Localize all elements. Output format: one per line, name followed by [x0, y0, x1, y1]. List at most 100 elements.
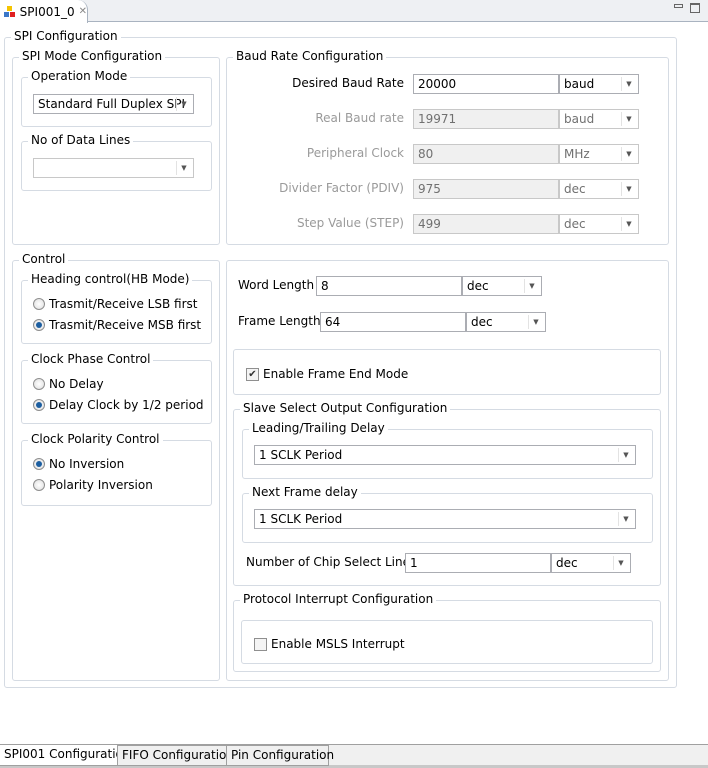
- radio-unselected-icon: [33, 298, 45, 310]
- baud-row-unit-select: baud ▼: [559, 109, 639, 129]
- frame-length-unit-select[interactable]: dec ▼: [466, 312, 546, 332]
- chip-select-input[interactable]: 1: [405, 553, 551, 573]
- radio-label: Delay Clock by 1/2 period: [49, 398, 204, 412]
- checkbox-label: Enable Frame End Mode: [263, 367, 409, 381]
- chip-select-label: Number of Chip Select Lines: [246, 555, 417, 569]
- chevron-down-icon: ▼: [618, 448, 633, 462]
- chevron-down-icon: ▼: [621, 112, 636, 126]
- phase-radio-option[interactable]: Delay Clock by 1/2 period: [33, 398, 204, 412]
- editor-tab-title: SPI001_0: [19, 4, 75, 19]
- select-value: baud: [564, 77, 595, 91]
- chevron-down-icon: ▼: [621, 147, 636, 161]
- chip-select-unit-select[interactable]: dec ▼: [551, 553, 631, 573]
- word-length-label: Word Length: [238, 278, 315, 292]
- heading-group: Heading control(HB Mode): [21, 272, 212, 344]
- frame-length-input[interactable]: 64: [320, 312, 466, 332]
- group-title: Leading/Trailing Delay: [249, 421, 388, 435]
- baud-row-unit-select: MHz ▼: [559, 144, 639, 164]
- baud-row-label: Step Value (STEP): [296, 216, 404, 230]
- phase-group: Clock Phase Control: [21, 352, 212, 424]
- chevron-down-icon: ▼: [613, 556, 628, 570]
- tab-spi001-configuration[interactable]: SPI001 Configuration: [0, 745, 136, 766]
- group-title: Next Frame delay: [249, 485, 361, 499]
- tab-pin-configuration[interactable]: Pin Configuration: [226, 745, 334, 766]
- select-value: baud: [564, 112, 595, 126]
- select-value: dec: [556, 556, 578, 570]
- group-title: Slave Select Output Configuration: [240, 401, 451, 415]
- next-frame-select[interactable]: 1 SCLK Period ▼: [254, 509, 636, 529]
- phase-radio-option[interactable]: No Delay: [33, 377, 104, 391]
- baud-row-label: Desired Baud Rate: [292, 76, 404, 90]
- word-length-unit-select[interactable]: dec ▼: [462, 276, 542, 296]
- checkbox-checked-icon: ✔: [246, 367, 259, 381]
- checkbox-unchecked-icon: [254, 637, 267, 651]
- chevron-down-icon: ▼: [621, 77, 636, 91]
- chevron-down-icon: ▼: [528, 315, 543, 329]
- polarity-radio-option[interactable]: Polarity Inversion: [33, 478, 153, 492]
- enable-msls-checkbox[interactable]: Enable MSLS Interrupt: [254, 637, 405, 651]
- baud-row-input: 19971: [413, 109, 559, 129]
- baud-row-unit-select: dec ▼: [559, 179, 639, 199]
- minimize-icon[interactable]: [674, 4, 683, 8]
- radio-unselected-icon: [33, 479, 45, 491]
- select-value: 1 SCLK Period: [259, 512, 343, 526]
- radio-label: No Inversion: [49, 457, 125, 471]
- leading-trailing-select[interactable]: 1 SCLK Period ▼: [254, 445, 636, 465]
- group-title: SPI Mode Configuration: [19, 49, 166, 63]
- group-title: Control: [19, 252, 69, 266]
- maximize-icon[interactable]: [690, 3, 700, 13]
- polarity-radio-option[interactable]: No Inversion: [33, 457, 124, 471]
- chevron-down-icon: ▼: [621, 217, 636, 231]
- baud-row-unit-select: dec ▼: [559, 214, 639, 234]
- word-length-input[interactable]: 8: [316, 276, 462, 296]
- frame-length-label: Frame Length: [238, 314, 321, 328]
- radio-selected-icon: [33, 399, 45, 411]
- select-value: dec: [471, 315, 493, 329]
- group-title: Protocol Interrupt Configuration: [240, 592, 437, 606]
- checkbox-label: Enable MSLS Interrupt: [271, 637, 405, 651]
- chevron-down-icon: ▼: [176, 161, 191, 175]
- enable-frame-end-checkbox[interactable]: ✔ Enable Frame End Mode: [246, 367, 408, 381]
- tab-fifo-configuration[interactable]: FIFO Configuration: [117, 745, 239, 766]
- group-title: Heading control(HB Mode): [28, 272, 193, 286]
- polarity-group: Clock Polarity Control: [21, 432, 212, 506]
- baud-row-input: 80: [413, 144, 559, 164]
- close-icon[interactable]: ✕: [79, 6, 87, 17]
- radio-unselected-icon: [33, 378, 45, 390]
- radio-label: Trasmit/Receive LSB first: [49, 297, 198, 311]
- data-lines-select[interactable]: ▼: [33, 158, 194, 178]
- select-value: dec: [467, 279, 489, 293]
- operation-mode-select[interactable]: Standard Full Duplex SPI ▼: [33, 94, 194, 114]
- chevron-down-icon: ▼: [176, 97, 191, 111]
- group-title: No of Data Lines: [28, 133, 134, 147]
- group-title: Clock Polarity Control: [28, 432, 163, 446]
- radio-label: Trasmit/Receive MSB first: [49, 318, 202, 332]
- editor-tab[interactable]: SPI001_0 ✕: [0, 0, 88, 23]
- heading-radio-option[interactable]: Trasmit/Receive LSB first: [33, 297, 197, 311]
- radio-label: No Delay: [49, 377, 104, 391]
- group-title: Operation Mode: [28, 69, 131, 83]
- chevron-down-icon: ▼: [524, 279, 539, 293]
- chevron-down-icon: ▼: [621, 182, 636, 196]
- group-title: Clock Phase Control: [28, 352, 154, 366]
- chevron-down-icon: ▼: [618, 512, 633, 526]
- baud-row-label: Divider Factor (PDIV): [279, 181, 404, 195]
- select-value: 1 SCLK Period: [259, 448, 343, 462]
- baud-row-input: 499: [413, 214, 559, 234]
- baud-row-unit-select[interactable]: baud ▼: [559, 74, 639, 94]
- select-value: Standard Full Duplex SPI: [38, 97, 186, 111]
- group-title: SPI Configuration: [11, 29, 121, 43]
- app-icon: [4, 5, 16, 18]
- baud-row-label: Real Baud rate: [315, 111, 404, 125]
- radio-selected-icon: [33, 319, 45, 331]
- baud-row-input[interactable]: 20000: [413, 74, 559, 94]
- baud-row-input: 975: [413, 179, 559, 199]
- select-value: dec: [564, 217, 586, 231]
- heading-radio-option[interactable]: Trasmit/Receive MSB first: [33, 318, 201, 332]
- editor-tab-bar: [0, 0, 708, 22]
- group-title: Baud Rate Configuration: [233, 49, 387, 63]
- radio-selected-icon: [33, 458, 45, 470]
- select-value: dec: [564, 182, 586, 196]
- radio-label: Polarity Inversion: [49, 478, 153, 492]
- select-value: MHz: [564, 147, 590, 161]
